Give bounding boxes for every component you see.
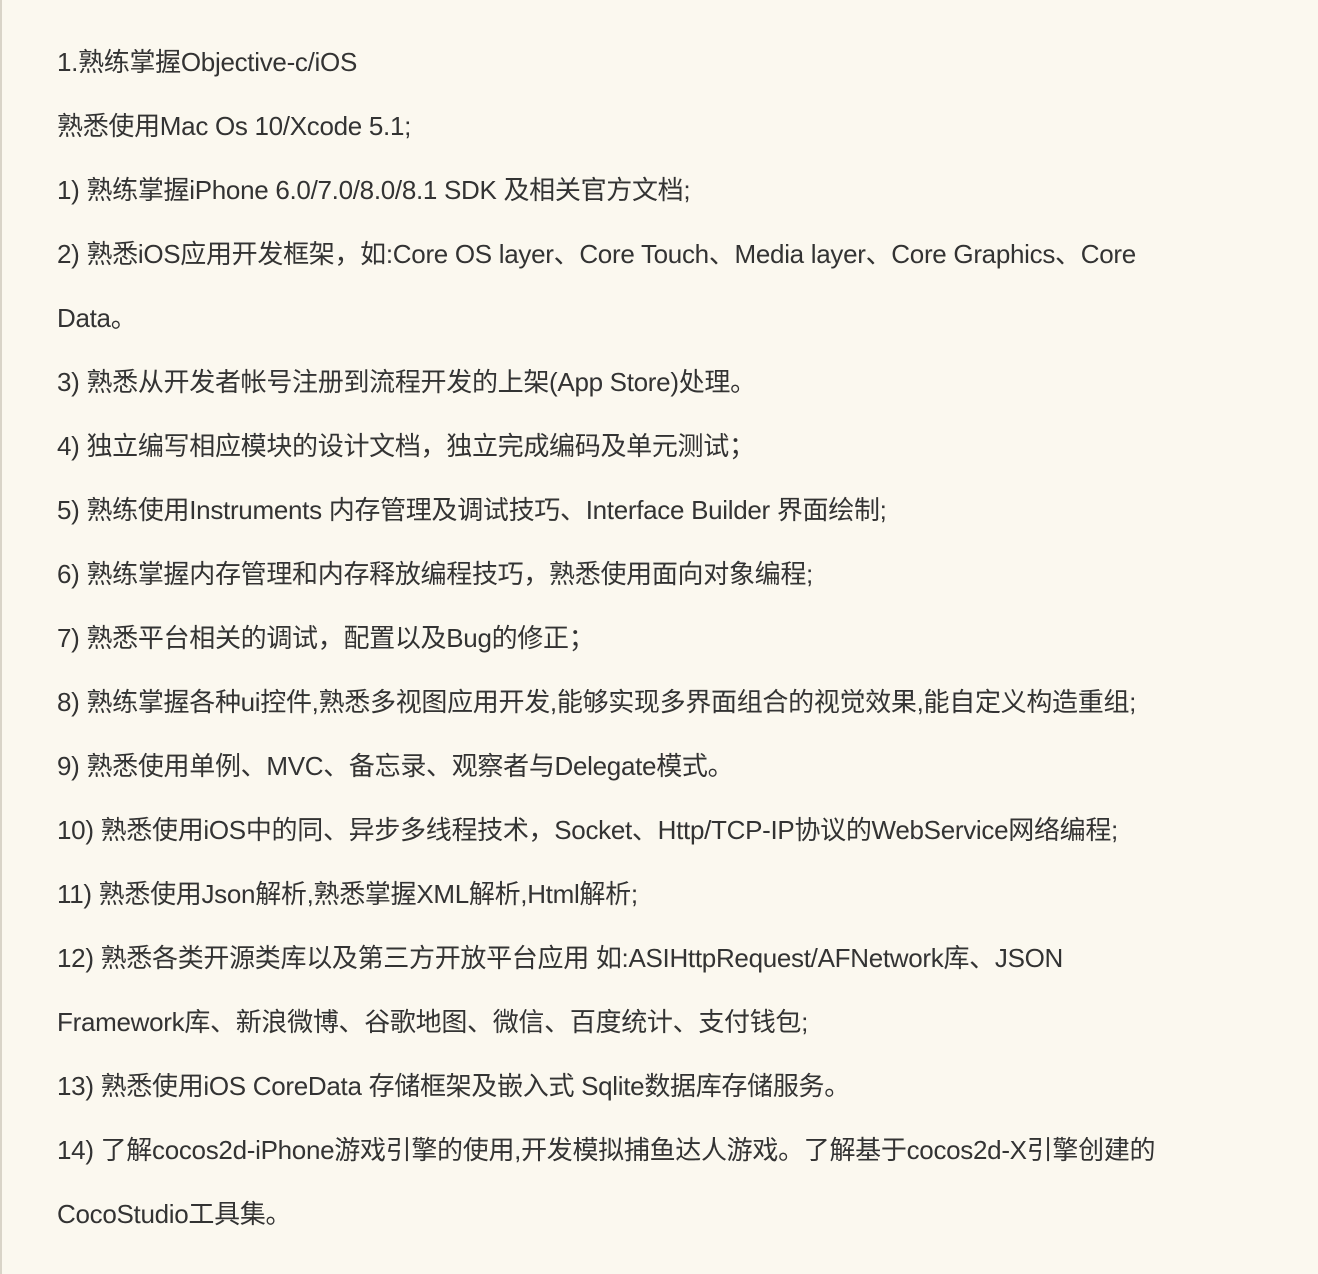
text-line: 1) 熟练掌握iPhone 6.0/7.0/8.0/8.1 SDK 及相关官方文… <box>57 175 691 205</box>
text-line: 3) 熟悉从开发者帐号注册到流程开发的上架(App Store)处理。 <box>57 367 756 397</box>
text-line: 12) 熟悉各类开源类库以及第三方开放平台应用 如:ASIHttpRequest… <box>57 943 1064 973</box>
text-line: 8) 熟练掌握各种ui控件,熟悉多视图应用开发,能够实现多界面组合的视觉效果,能… <box>57 687 1137 717</box>
skills-text-block: 1.熟练掌握Objective-c/iOS 熟悉使用Mac Os 10/Xcod… <box>57 30 1262 1246</box>
text-line: 10) 熟悉使用iOS中的同、异步多线程技术，Socket、Http/TCP-I… <box>57 815 1118 845</box>
text-line: 2) 熟悉iOS应用开发框架，如:Core OS layer、Core Touc… <box>57 239 1136 269</box>
heading-line: 1.熟练掌握Objective-c/iOS <box>57 47 357 77</box>
text-line: Data。 <box>57 303 137 333</box>
text-line: 熟悉使用Mac Os 10/Xcode 5.1; <box>57 111 412 141</box>
text-line: 14) 了解cocos2d-iPhone游戏引擎的使用,开发模拟捕鱼达人游戏。了… <box>57 1135 1156 1165</box>
text-line: 11) 熟悉使用Json解析,熟悉掌握XML解析,Html解析; <box>57 879 638 909</box>
text-line: 13) 熟悉使用iOS CoreData 存储框架及嵌入式 Sqlite数据库存… <box>57 1071 850 1101</box>
text-line: Framework库、新浪微博、谷歌地图、微信、百度统计、支付钱包; <box>57 1007 809 1037</box>
text-line: 6) 熟练掌握内存管理和内存释放编程技巧，熟悉使用面向对象编程; <box>57 559 813 589</box>
text-line: CocoStudio工具集。 <box>57 1199 292 1229</box>
left-border <box>0 0 2 1274</box>
text-line: 5) 熟练使用Instruments 内存管理及调试技巧、Interface B… <box>57 495 887 525</box>
text-line: 4) 独立编写相应模块的设计文档，独立完成编码及单元测试； <box>57 431 755 461</box>
text-line: 9) 熟悉使用单例、MVC、备忘录、观察者与Delegate模式。 <box>57 751 734 781</box>
text-line: 7) 熟悉平台相关的调试，配置以及Bug的修正； <box>57 623 595 653</box>
